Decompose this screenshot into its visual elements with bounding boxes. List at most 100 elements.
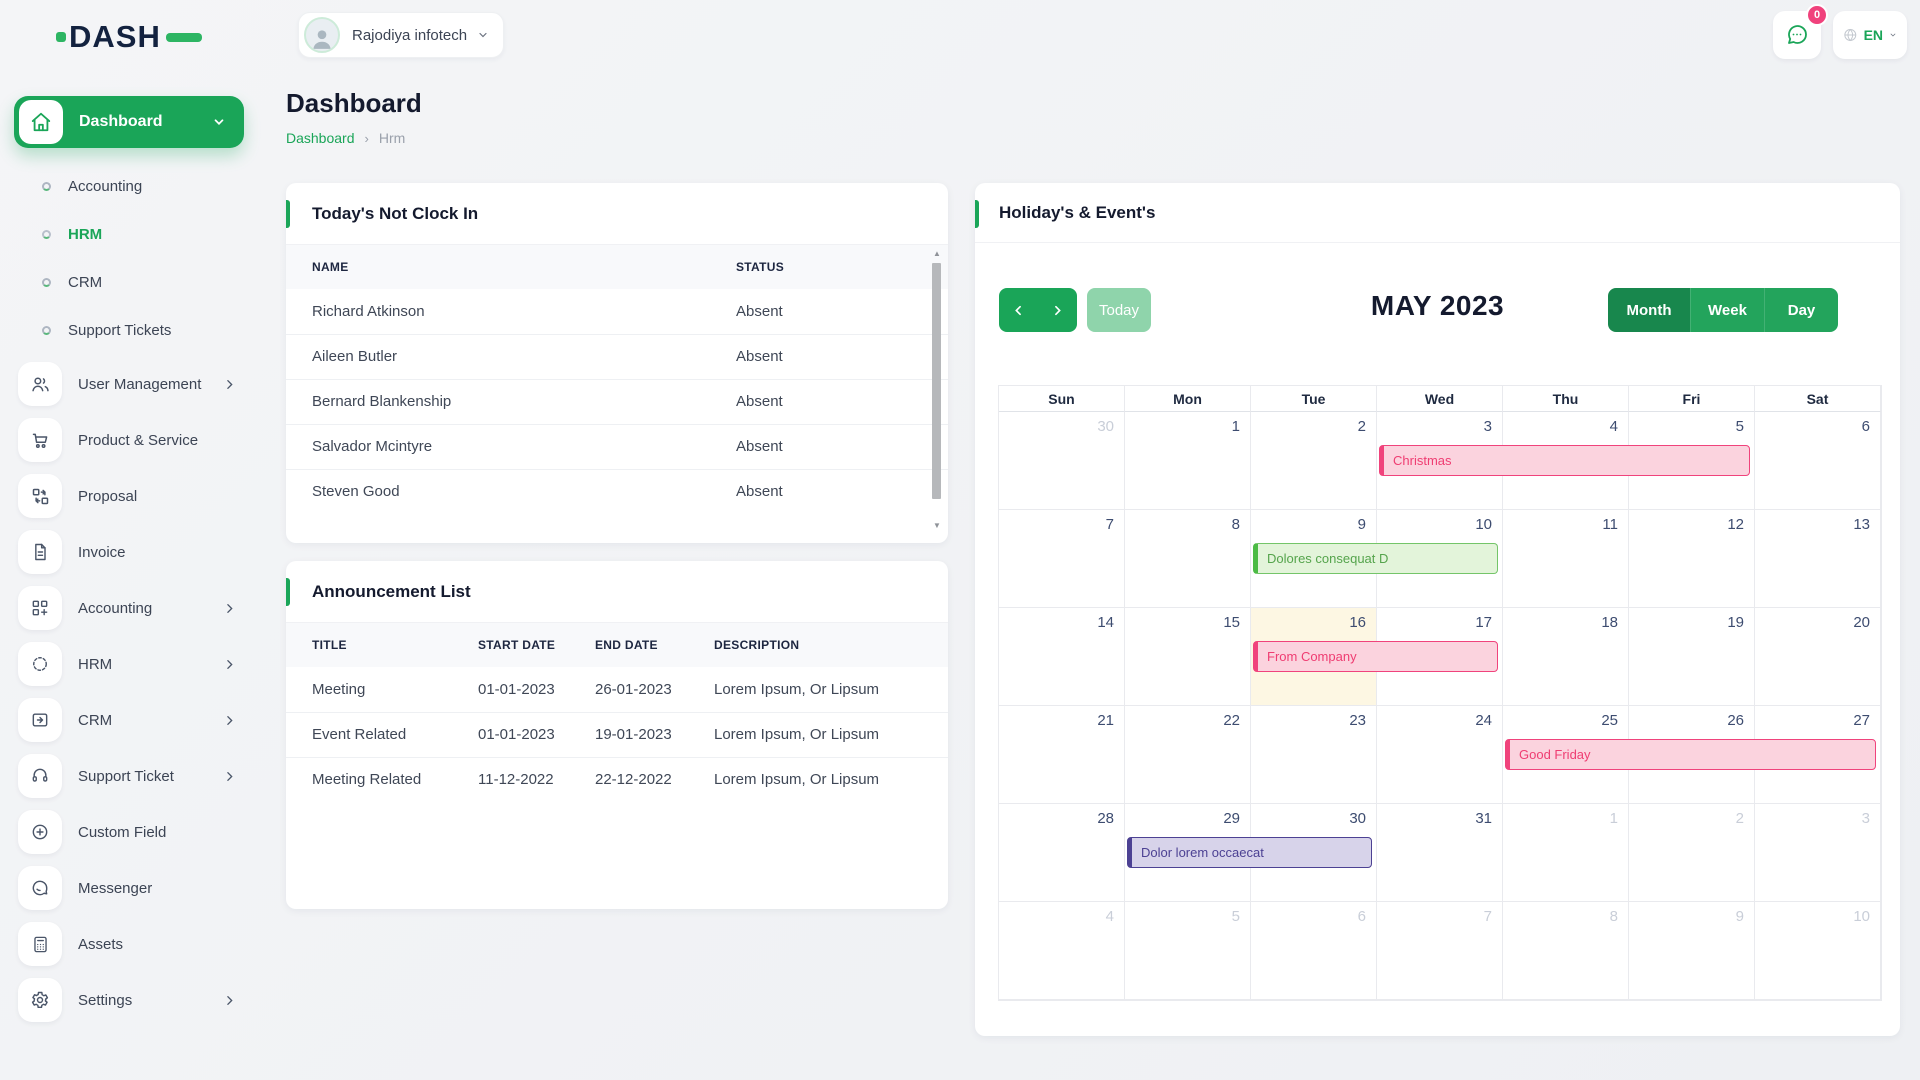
calendar-event[interactable]: Christmas xyxy=(1379,445,1750,476)
chevron-down-icon xyxy=(1889,29,1897,41)
gear-icon xyxy=(18,978,62,1022)
sidebar-item-invoice[interactable]: Invoice xyxy=(18,530,244,574)
sidebar-item-custom-field[interactable]: Custom Field xyxy=(18,810,244,854)
calendar-day[interactable]: 10 xyxy=(1755,902,1881,1000)
users-icon xyxy=(18,362,62,406)
navitem-label: Product & Service xyxy=(78,432,244,449)
calendar-day[interactable]: 12 xyxy=(1629,510,1755,608)
logo-row: DASH xyxy=(0,0,260,74)
calendar-day[interactable]: 21 xyxy=(999,706,1125,804)
chevron-right-icon xyxy=(223,658,236,671)
sidebar-subitem-hrm[interactable]: HRM xyxy=(0,210,260,258)
sidebar-item-hrm[interactable]: HRM xyxy=(18,642,244,686)
table-scrollbar[interactable]: ▲ ▼ xyxy=(931,249,943,531)
table-cell: Bernard Blankenship xyxy=(286,379,710,424)
calendar-day[interactable]: 4 xyxy=(999,902,1125,1000)
calendar-day[interactable]: 9 xyxy=(1629,902,1755,1000)
scroll-down-icon[interactable]: ▼ xyxy=(931,521,943,531)
column-header: NAME xyxy=(286,245,710,289)
calendar-day[interactable]: 14 xyxy=(999,608,1125,706)
subitem-label: Support Tickets xyxy=(68,322,171,339)
subitem-label: CRM xyxy=(68,274,102,291)
calendar-day[interactable]: 3 xyxy=(1755,804,1881,902)
bullet-icon xyxy=(42,326,51,335)
calendar-day[interactable]: 2 xyxy=(1629,804,1755,902)
calendar-day[interactable]: 13 xyxy=(1755,510,1881,608)
sidebar-item-support-ticket[interactable]: Support Ticket xyxy=(18,754,244,798)
calendar-day[interactable]: 23 xyxy=(1251,706,1377,804)
breadcrumb-dashboard-link[interactable]: Dashboard xyxy=(286,130,355,146)
calendar-day[interactable]: 28 xyxy=(999,804,1125,902)
calendar-day[interactable]: 11 xyxy=(1503,510,1629,608)
subitem-label: Accounting xyxy=(68,178,142,195)
calendar-day[interactable]: 8 xyxy=(1125,510,1251,608)
day-header-sat: Sat xyxy=(1755,386,1881,412)
calendar-day[interactable]: 31 xyxy=(1377,804,1503,902)
navitem-label: HRM xyxy=(78,656,223,673)
subitem-label: HRM xyxy=(68,226,102,243)
chevron-right-icon xyxy=(223,994,236,1007)
today-button[interactable]: Today xyxy=(1087,288,1151,332)
sidebar-item-messenger[interactable]: Messenger xyxy=(18,866,244,910)
calendar-event[interactable]: Good Friday xyxy=(1505,739,1876,770)
calendar-event[interactable]: From Company xyxy=(1253,641,1498,672)
calendar-event[interactable]: Dolor lorem occaecat xyxy=(1127,837,1372,868)
table-cell: 01-01-2023 xyxy=(452,712,569,757)
table-cell: Absent xyxy=(710,289,948,334)
card-title: Today's Not Clock In xyxy=(312,204,478,224)
sidebar-item-settings[interactable]: Settings xyxy=(18,978,244,1022)
scrollbar-thumb[interactable] xyxy=(932,263,941,499)
calendar-day[interactable]: 1 xyxy=(1125,412,1251,510)
chevron-right-icon xyxy=(1051,304,1064,317)
company-selector[interactable]: Rajodiya infotech xyxy=(298,12,504,58)
view-day-button[interactable]: Day xyxy=(1764,288,1838,332)
next-month-button[interactable] xyxy=(1038,288,1077,332)
calendar-title: MAY 2023 xyxy=(1371,290,1504,322)
calendar-day[interactable]: 24 xyxy=(1377,706,1503,804)
calendar-day[interactable]: 2 xyxy=(1251,412,1377,510)
table-cell: Absent xyxy=(710,334,948,379)
notifications-button[interactable]: 0 xyxy=(1773,11,1821,59)
sidebar-subitem-accounting[interactable]: Accounting xyxy=(0,162,260,210)
column-header: STATUS xyxy=(710,245,948,289)
calendar-day[interactable]: 20 xyxy=(1755,608,1881,706)
view-month-button[interactable]: Month xyxy=(1608,288,1690,332)
chat-bubble-icon xyxy=(18,866,62,910)
calendar-day[interactable]: 19 xyxy=(1629,608,1755,706)
sidebar-subitem-support-tickets[interactable]: Support Tickets xyxy=(0,306,260,354)
calendar-day[interactable]: 15 xyxy=(1125,608,1251,706)
calendar-day[interactable]: 18 xyxy=(1503,608,1629,706)
sidebar-item-dashboard[interactable]: Dashboard xyxy=(14,96,244,148)
card-title: Announcement List xyxy=(312,582,471,602)
day-header-sun: Sun xyxy=(999,386,1125,412)
calendar-event[interactable]: Dolores consequat D xyxy=(1253,543,1498,574)
page-title: Dashboard xyxy=(286,88,422,119)
calendar-day[interactable]: 1 xyxy=(1503,804,1629,902)
view-week-button[interactable]: Week xyxy=(1690,288,1764,332)
sidebar-item-proposal[interactable]: Proposal xyxy=(18,474,244,518)
logo-dot-icon xyxy=(56,32,66,42)
sidebar-item-crm[interactable]: CRM xyxy=(18,698,244,742)
brand-name: DASH xyxy=(69,19,161,55)
sidebar-item-assets[interactable]: Assets xyxy=(18,922,244,966)
calendar-day[interactable]: 7 xyxy=(999,510,1125,608)
column-header: START DATE xyxy=(452,623,569,667)
navitem-label: CRM xyxy=(78,712,223,729)
calendar-day[interactable]: 6 xyxy=(1755,412,1881,510)
calendar-day[interactable]: 6 xyxy=(1251,902,1377,1000)
sidebar-subitem-crm[interactable]: CRM xyxy=(0,258,260,306)
calendar-day[interactable]: 30 xyxy=(999,412,1125,510)
prev-month-button[interactable] xyxy=(999,288,1038,332)
sidebar-item-product-service[interactable]: Product & Service xyxy=(18,418,244,462)
day-header-mon: Mon xyxy=(1125,386,1251,412)
chevron-down-icon xyxy=(477,29,489,41)
sidebar-item-accounting[interactable]: Accounting xyxy=(18,586,244,630)
sidebar-item-user-management[interactable]: User Management xyxy=(18,362,244,406)
calendar-day[interactable]: 8 xyxy=(1503,902,1629,1000)
scroll-up-icon[interactable]: ▲ xyxy=(931,249,943,259)
brand-logo[interactable]: DASH xyxy=(56,19,202,55)
calendar-day[interactable]: 5 xyxy=(1125,902,1251,1000)
language-selector[interactable]: EN xyxy=(1833,11,1907,59)
calendar-day[interactable]: 7 xyxy=(1377,902,1503,1000)
calendar-day[interactable]: 22 xyxy=(1125,706,1251,804)
